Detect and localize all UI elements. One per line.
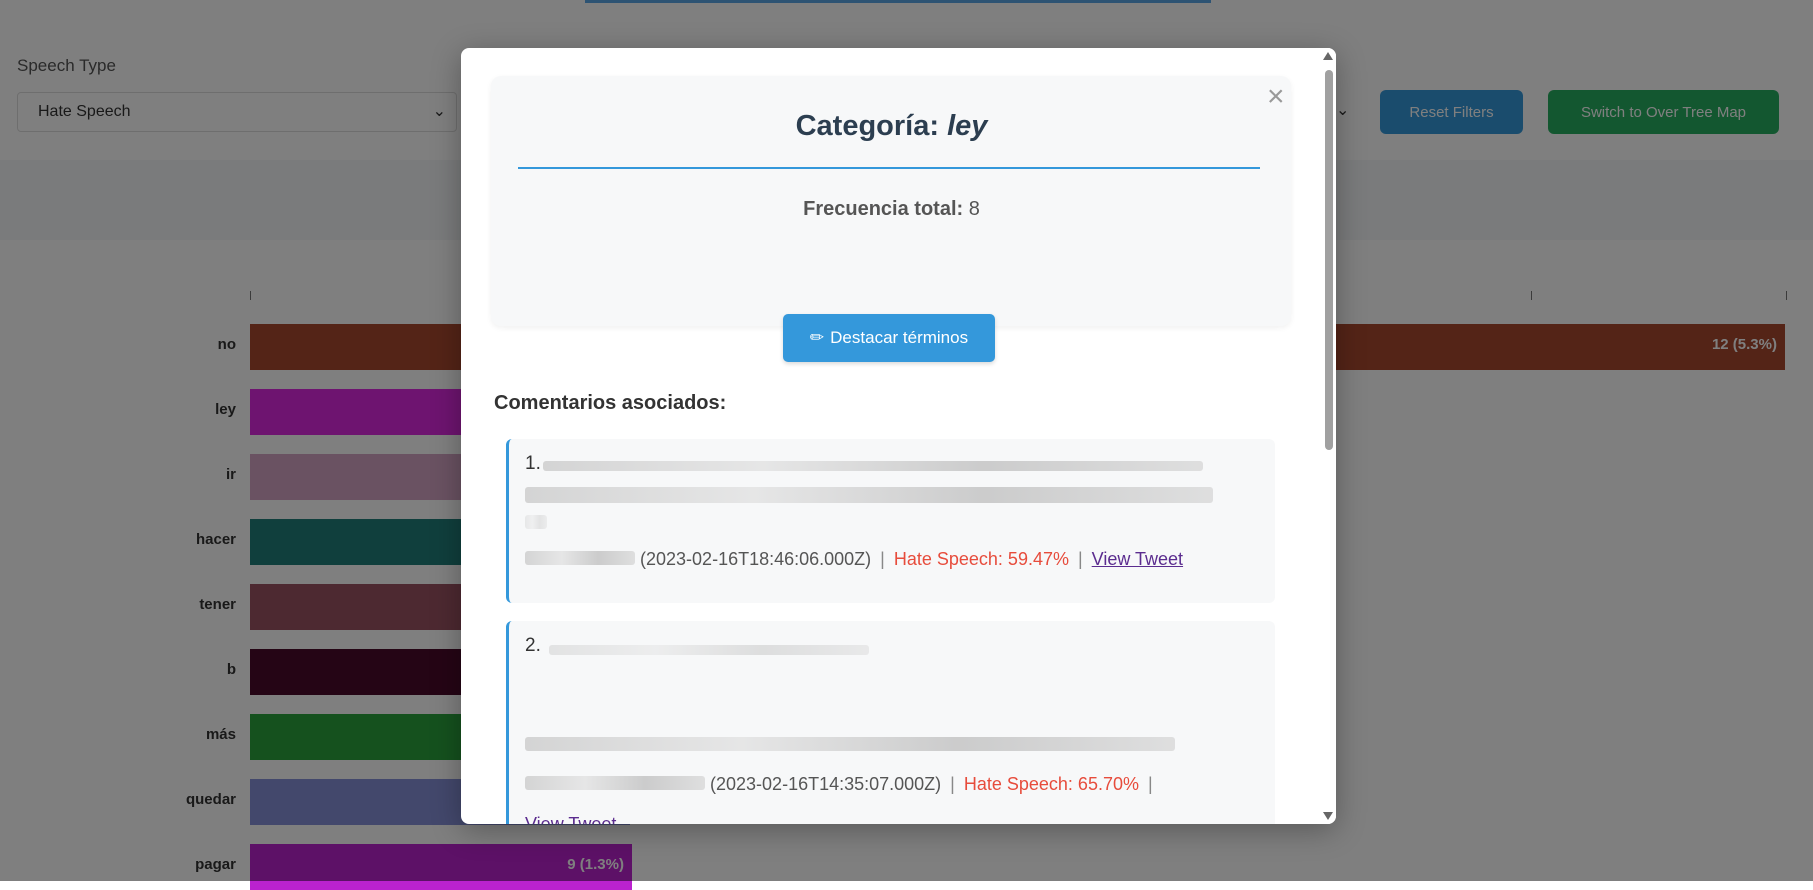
scroll-down-arrow-icon[interactable] [1323,812,1333,820]
hate-score: Hate Speech: 65.70% [963,774,1139,794]
redacted-author [525,776,705,791]
comment-number: 2. [525,635,541,656]
scroll-thumb[interactable] [1325,70,1333,450]
frequency-value: 8 [968,198,980,220]
title-term: ley [947,110,988,142]
meta-separator: | [880,549,885,569]
redacted-text [525,515,547,529]
redacted-text [525,487,1213,503]
redacted-text [549,645,869,655]
modal-title: Categoría: ley [461,110,1322,143]
comments-heading: Comentarios asociados: [494,392,727,414]
hate-score: Hate Speech: 59.47% [893,549,1069,569]
close-icon[interactable]: × [1267,82,1285,112]
redacted-author [525,551,635,566]
total-frequency: Frecuencia total: 8 [461,198,1322,221]
comment-meta: (2023-02-16T14:35:07.000Z) | Hate Speech: … [525,774,1162,795]
modal-scrollbar[interactable] [1322,48,1336,824]
frequency-label: Frecuencia total: [803,198,964,220]
meta-separator: | [950,774,955,794]
category-modal: × Categoría: ley Frecuencia total: 8 ✏ De… [461,48,1336,824]
meta-separator: | [1077,549,1083,569]
title-prefix: Categoría: [795,110,940,142]
comment-meta: View Tweet [525,814,616,824]
comment-date: (2023-02-16T14:35:07.000Z) [710,774,942,794]
comment-card: 1. (2023-02-16T18:46:06.000Z) | Hate Speec… [506,439,1275,603]
view-tweet-link[interactable]: View Tweet [1092,549,1183,569]
modal-content: × Categoría: ley Frecuencia total: 8 ✏ De… [461,48,1322,824]
redacted-text [525,737,1175,751]
comment-date: (2023-02-16T18:46:06.000Z) [640,549,872,569]
comment-meta: (2023-02-16T18:46:06.000Z) | Hate Speech: … [525,549,1183,570]
highlight-terms-label: Destacar términos [830,328,969,347]
meta-separator: | [1147,774,1153,794]
pencil-icon: ✏ [809,328,825,347]
redacted-text [543,461,1203,471]
comment-card: 2. (2023-02-16T14:35:07.000Z) | Hate Speec… [506,621,1275,824]
highlight-terms-button[interactable]: ✏ Destacar términos [783,314,995,362]
title-divider [518,167,1260,169]
comment-number: 1. [525,453,541,474]
scroll-up-arrow-icon[interactable] [1323,52,1333,60]
view-tweet-link[interactable]: View Tweet [525,814,616,824]
